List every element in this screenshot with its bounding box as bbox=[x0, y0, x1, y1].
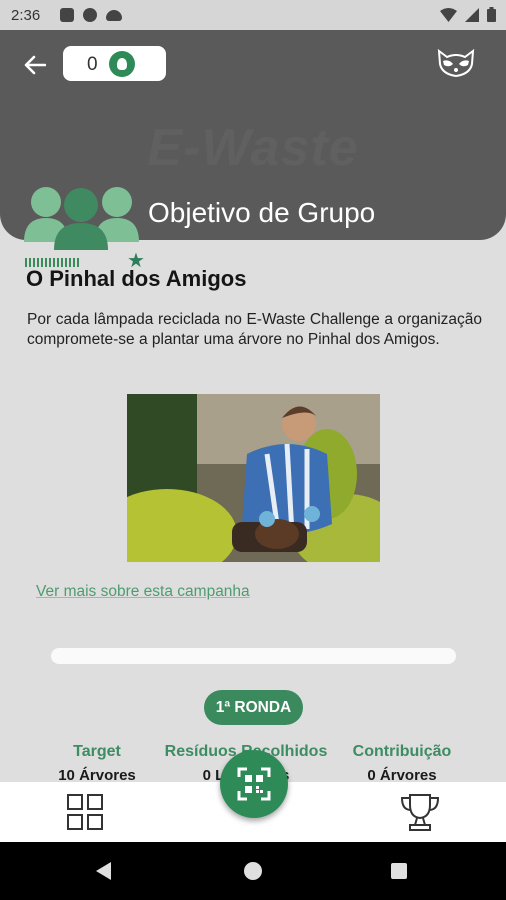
round-badge: 1ª RONDA bbox=[204, 690, 303, 725]
campaign-description: Por cada lâmpada reciclada no E-Waste Ch… bbox=[27, 311, 482, 348]
sim-icon bbox=[60, 8, 74, 22]
status-bar: 2:36 bbox=[0, 0, 506, 30]
signal-icon bbox=[465, 8, 479, 22]
qr-scan-icon bbox=[237, 767, 271, 801]
dashboard-icon[interactable] bbox=[67, 794, 103, 830]
campaign-progress-bar bbox=[51, 648, 456, 664]
page-title: Objetivo de Grupo bbox=[148, 197, 376, 228]
status-notification-icons bbox=[60, 8, 122, 22]
system-nav-bar bbox=[0, 842, 506, 900]
battery-icon bbox=[487, 7, 496, 22]
system-recents-icon[interactable] bbox=[391, 863, 407, 879]
group-icon bbox=[24, 187, 139, 250]
messenger-icon bbox=[83, 8, 97, 22]
leaf-icon bbox=[109, 51, 135, 77]
status-time: 2:36 bbox=[11, 7, 41, 24]
brand-watermark: E-Waste bbox=[147, 119, 359, 177]
campaign-more-link[interactable]: Ver mais sobre esta campanha bbox=[36, 583, 250, 601]
stat-contribution-label: Contribuição bbox=[352, 743, 452, 760]
points-counter[interactable]: 0 bbox=[63, 46, 166, 81]
arrow-left-icon bbox=[24, 55, 46, 75]
system-back-icon[interactable] bbox=[96, 862, 111, 880]
back-button[interactable] bbox=[20, 50, 50, 80]
stat-target-label: Target bbox=[73, 743, 121, 760]
cloud-icon bbox=[106, 10, 122, 21]
raccoon-icon[interactable] bbox=[436, 48, 476, 78]
wifi-icon bbox=[440, 8, 457, 22]
campaign-title: O Pinhal dos Amigos bbox=[26, 266, 247, 291]
header: 0 E-Waste Objetivo de Grupo bbox=[0, 30, 506, 250]
qr-scan-button[interactable] bbox=[220, 750, 288, 818]
trophy-icon[interactable] bbox=[399, 791, 441, 833]
gardener-photo bbox=[127, 394, 380, 562]
points-value: 0 bbox=[87, 54, 98, 75]
system-home-icon[interactable] bbox=[244, 862, 262, 880]
status-system-icons bbox=[440, 7, 496, 22]
